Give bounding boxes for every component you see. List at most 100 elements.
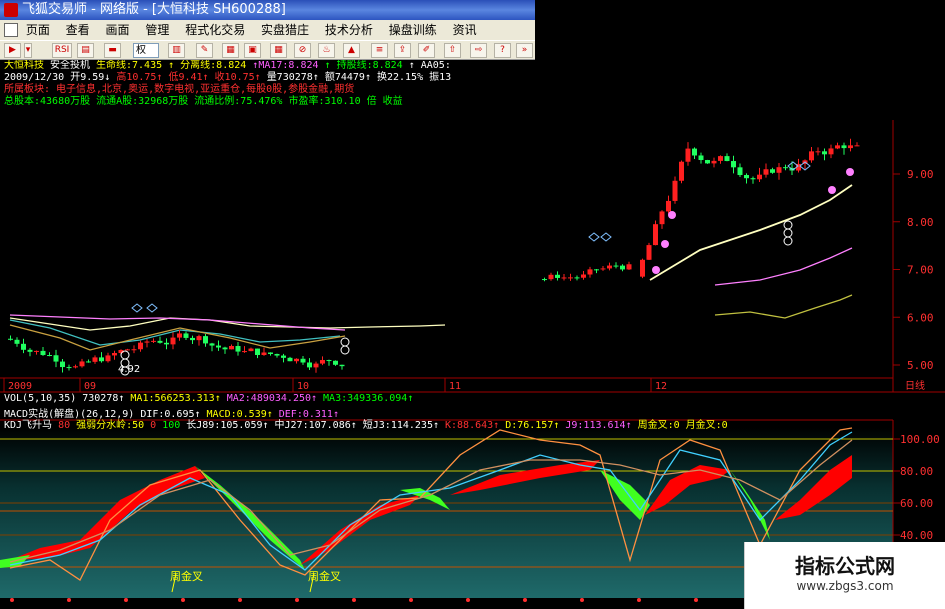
stop-icon[interactable]: ⊘ bbox=[294, 43, 311, 58]
pink-dot-marker bbox=[846, 168, 854, 176]
vol-value-2: MA1:566253.313↑ bbox=[130, 393, 221, 404]
window-icon[interactable]: ▣ bbox=[244, 43, 261, 58]
menu-item-manage[interactable]: 管理 bbox=[145, 23, 169, 37]
arrow-up-icon[interactable]: ⇧ bbox=[444, 43, 461, 58]
date-tick-label: 10 bbox=[297, 381, 309, 392]
rights-select[interactable]: 权 bbox=[133, 43, 159, 58]
candle-body bbox=[40, 350, 46, 356]
bell-icon[interactable]: ▲ bbox=[343, 43, 360, 58]
candle-body bbox=[685, 148, 691, 162]
menu-item-hunt[interactable]: 实盘猎庄 bbox=[261, 23, 309, 37]
candle-body bbox=[190, 337, 195, 341]
price-tick-label: 6.00 bbox=[907, 311, 934, 324]
toolbar: ▶ ▾ RSI ▤ ▬ 权 ▥ ✎ ▦ ▣ ▦ ⊘ ♨ ▲ ≡ ⇪ ✐ ⇧ ⇨ … bbox=[0, 40, 535, 60]
menu-item-training[interactable]: 操盘训练 bbox=[389, 23, 437, 37]
kdj-value-5: 长J89:105.059↑ bbox=[186, 420, 269, 431]
quote-field-3: 低9.41↑ bbox=[168, 72, 209, 83]
pink-dot-marker bbox=[661, 240, 669, 248]
candle-body bbox=[307, 362, 312, 368]
menu-item-screen[interactable]: 画面 bbox=[106, 23, 130, 37]
export-icon[interactable]: ⇪ bbox=[394, 43, 411, 58]
candle-body bbox=[613, 265, 619, 267]
candle-body bbox=[770, 169, 775, 173]
grid-icon[interactable]: ▦ bbox=[270, 43, 287, 58]
candle-body bbox=[320, 360, 325, 364]
info-line-quote: 2009/12/30 开9.59↓ 高10.75↑ 低9.41↑ 收10.75↑ 量730… bbox=[4, 72, 536, 84]
candle-body bbox=[581, 274, 586, 278]
candle-body bbox=[300, 358, 306, 363]
candle-body bbox=[731, 161, 736, 168]
candle-body bbox=[138, 342, 143, 350]
candle-body bbox=[164, 342, 169, 345]
minus-icon[interactable]: ▬ bbox=[104, 43, 121, 58]
help-icon[interactable]: ? bbox=[494, 43, 511, 58]
kdj-value-7: 短J3:114.235↑ bbox=[362, 420, 439, 431]
candle-body bbox=[679, 161, 684, 181]
candle-body bbox=[274, 353, 280, 356]
candle-body bbox=[99, 357, 104, 362]
window-titlebar[interactable]: 飞狐交易师 - 网络版 - [大恒科技 SH600288] bbox=[0, 0, 535, 20]
kdj-value-10: J9:113.614↑ bbox=[565, 420, 632, 431]
low-price-label: 4.92 bbox=[118, 364, 140, 375]
watermark-url: www.zbgs3.com bbox=[796, 579, 894, 593]
info-line-shares: 总股本:43680万股 流通A股:32968万股 流通比例:75.476% 市盈率:3… bbox=[4, 96, 536, 108]
candle-body bbox=[287, 357, 293, 362]
candle-body bbox=[600, 268, 606, 270]
candle-body bbox=[79, 361, 85, 367]
kdj-value-4: 100 bbox=[162, 420, 181, 431]
site-watermark: 指标公式网 www.zbgs3.com bbox=[744, 542, 945, 609]
candle-body bbox=[711, 160, 717, 164]
rsi-button[interactable]: RSI bbox=[52, 43, 72, 58]
candle-body bbox=[14, 339, 20, 344]
quote-field-4: 收10.75↑ bbox=[214, 72, 261, 83]
drawing-icon[interactable]: ✎ bbox=[196, 43, 213, 58]
share-field-2: 流通比例:75.476% bbox=[194, 96, 283, 107]
menu-item-view[interactable]: 查看 bbox=[66, 23, 90, 37]
indicator-value-5: ↑ 持股线:8.824 bbox=[324, 60, 403, 71]
candle-body bbox=[718, 156, 723, 161]
quote-field-7: 换22.15% bbox=[376, 72, 424, 83]
date-tick-label: 12 bbox=[655, 381, 667, 392]
kdj-indicator-line: KDJ飞升马 80 强弱分水岭:50 0 100 长J89:105.059↑ 中J27:10… bbox=[4, 416, 894, 431]
sector-text-0: 所属板块: bbox=[4, 84, 51, 95]
candle-body bbox=[568, 277, 573, 279]
bottom-signal-dot bbox=[409, 598, 413, 602]
pen-icon[interactable]: ✐ bbox=[418, 43, 435, 58]
menu-item-program-trading[interactable]: 程式化交易 bbox=[185, 23, 245, 37]
candle-body bbox=[144, 341, 150, 343]
alarm-icon[interactable]: ♨ bbox=[318, 43, 335, 58]
candle-body bbox=[255, 348, 260, 356]
candle-body bbox=[822, 151, 827, 155]
layout-icon[interactable]: ▦ bbox=[222, 43, 239, 58]
list-icon[interactable]: ≡ bbox=[371, 43, 388, 58]
candle-body bbox=[555, 274, 560, 278]
menu-bar: 页面 查看 画面 管理 程式化交易 实盘猎庄 技术分析 操盘训练 资讯 bbox=[0, 20, 535, 40]
open-folder-icon[interactable]: ▶ bbox=[4, 43, 21, 58]
more-icon[interactable]: » bbox=[516, 43, 533, 58]
price-tick-label: 9.00 bbox=[907, 168, 934, 181]
candle-body bbox=[53, 355, 59, 362]
chart-zoom-icon[interactable]: ▥ bbox=[168, 43, 185, 58]
pink-dot-marker bbox=[828, 186, 836, 194]
candle-body bbox=[854, 145, 860, 147]
system-menu-icon[interactable] bbox=[4, 23, 18, 37]
pink-dot-marker bbox=[668, 211, 676, 219]
arrow-right-icon[interactable]: ⇨ bbox=[470, 43, 487, 58]
menu-item-page[interactable]: 页面 bbox=[26, 23, 50, 37]
quote-field-0: 2009/12/30 bbox=[4, 72, 65, 83]
menu-item-tech-analysis[interactable]: 技术分析 bbox=[325, 23, 373, 37]
indicator-value-6: ↑ AA05: bbox=[408, 60, 451, 71]
window-title: 飞狐交易师 - 网络版 - [大恒科技 SH600288] bbox=[22, 2, 286, 17]
chart-icon[interactable]: ▤ bbox=[77, 43, 94, 58]
candle-body bbox=[548, 274, 554, 280]
kdj-cross-label: 周金叉 bbox=[170, 569, 203, 583]
candle-body bbox=[815, 151, 821, 153]
menu-item-info[interactable]: 资讯 bbox=[453, 23, 477, 37]
candle-body bbox=[170, 337, 176, 345]
indicator-value-2: 生命线:7.435 bbox=[96, 60, 163, 71]
price-tick-label: 7.00 bbox=[907, 264, 934, 277]
dropdown-arrow-icon[interactable]: ▾ bbox=[24, 43, 32, 58]
kdj-tick-label: 60.00 bbox=[900, 497, 933, 510]
candle-body bbox=[34, 350, 39, 352]
candle-body bbox=[757, 174, 762, 180]
